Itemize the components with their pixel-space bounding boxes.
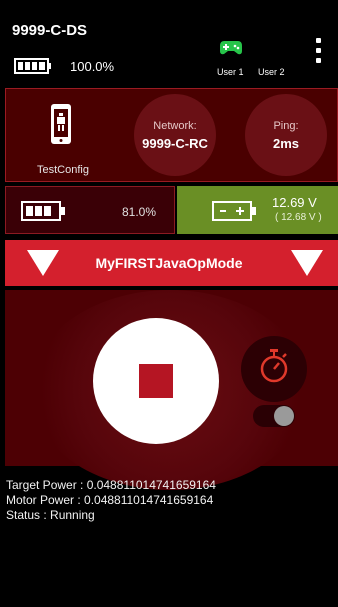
- telemetry-line: Status : Running: [6, 508, 95, 522]
- stop-icon: [139, 364, 173, 398]
- telemetry-line: Target Power : 0.048811014741659164: [6, 478, 216, 492]
- timer-toggle-knob[interactable]: [274, 406, 294, 426]
- battery-full-icon: [14, 58, 51, 74]
- robot-voltage-min: ( 12.68 V ): [275, 212, 322, 223]
- network-value: 9999-C-RC: [142, 135, 208, 151]
- robot-battery-icon: [212, 201, 256, 221]
- ping-status: Ping: 2ms: [245, 94, 327, 176]
- user-1-label: User 1: [217, 67, 244, 77]
- opmode-name: MyFIRSTJavaOpMode: [95, 255, 243, 271]
- robot-voltage: 12.69 V: [272, 195, 317, 210]
- robot-config-name: TestConfig: [37, 164, 89, 176]
- status-header: [0, 0, 338, 88]
- telemetry-line: Motor Power : 0.048811014741659164: [6, 493, 214, 507]
- network-status: Network: 9999-C-RC: [134, 94, 216, 176]
- teleop-dropdown-icon[interactable]: [291, 250, 323, 276]
- ds-battery-percent: 100.0%: [70, 59, 115, 74]
- telemetry-panel: Target Power : 0.048811014741659164 Moto…: [6, 478, 336, 523]
- user-2-label: User 2: [258, 67, 285, 77]
- gamepad-icon[interactable]: [219, 40, 243, 56]
- ping-value: 2ms: [272, 135, 300, 151]
- driver-station-name: 9999-C-DS: [12, 22, 88, 39]
- phone-battery-percent: 81.0%: [122, 205, 157, 219]
- robot-phone-icon[interactable]: [50, 103, 72, 145]
- network-label: Network:: [153, 119, 197, 132]
- kebab-menu-icon[interactable]: [316, 38, 321, 64]
- ping-label: Ping:: [273, 119, 299, 132]
- phone-battery-icon: [21, 201, 65, 221]
- stop-button[interactable]: [93, 318, 219, 444]
- stopwatch-icon: [260, 349, 288, 383]
